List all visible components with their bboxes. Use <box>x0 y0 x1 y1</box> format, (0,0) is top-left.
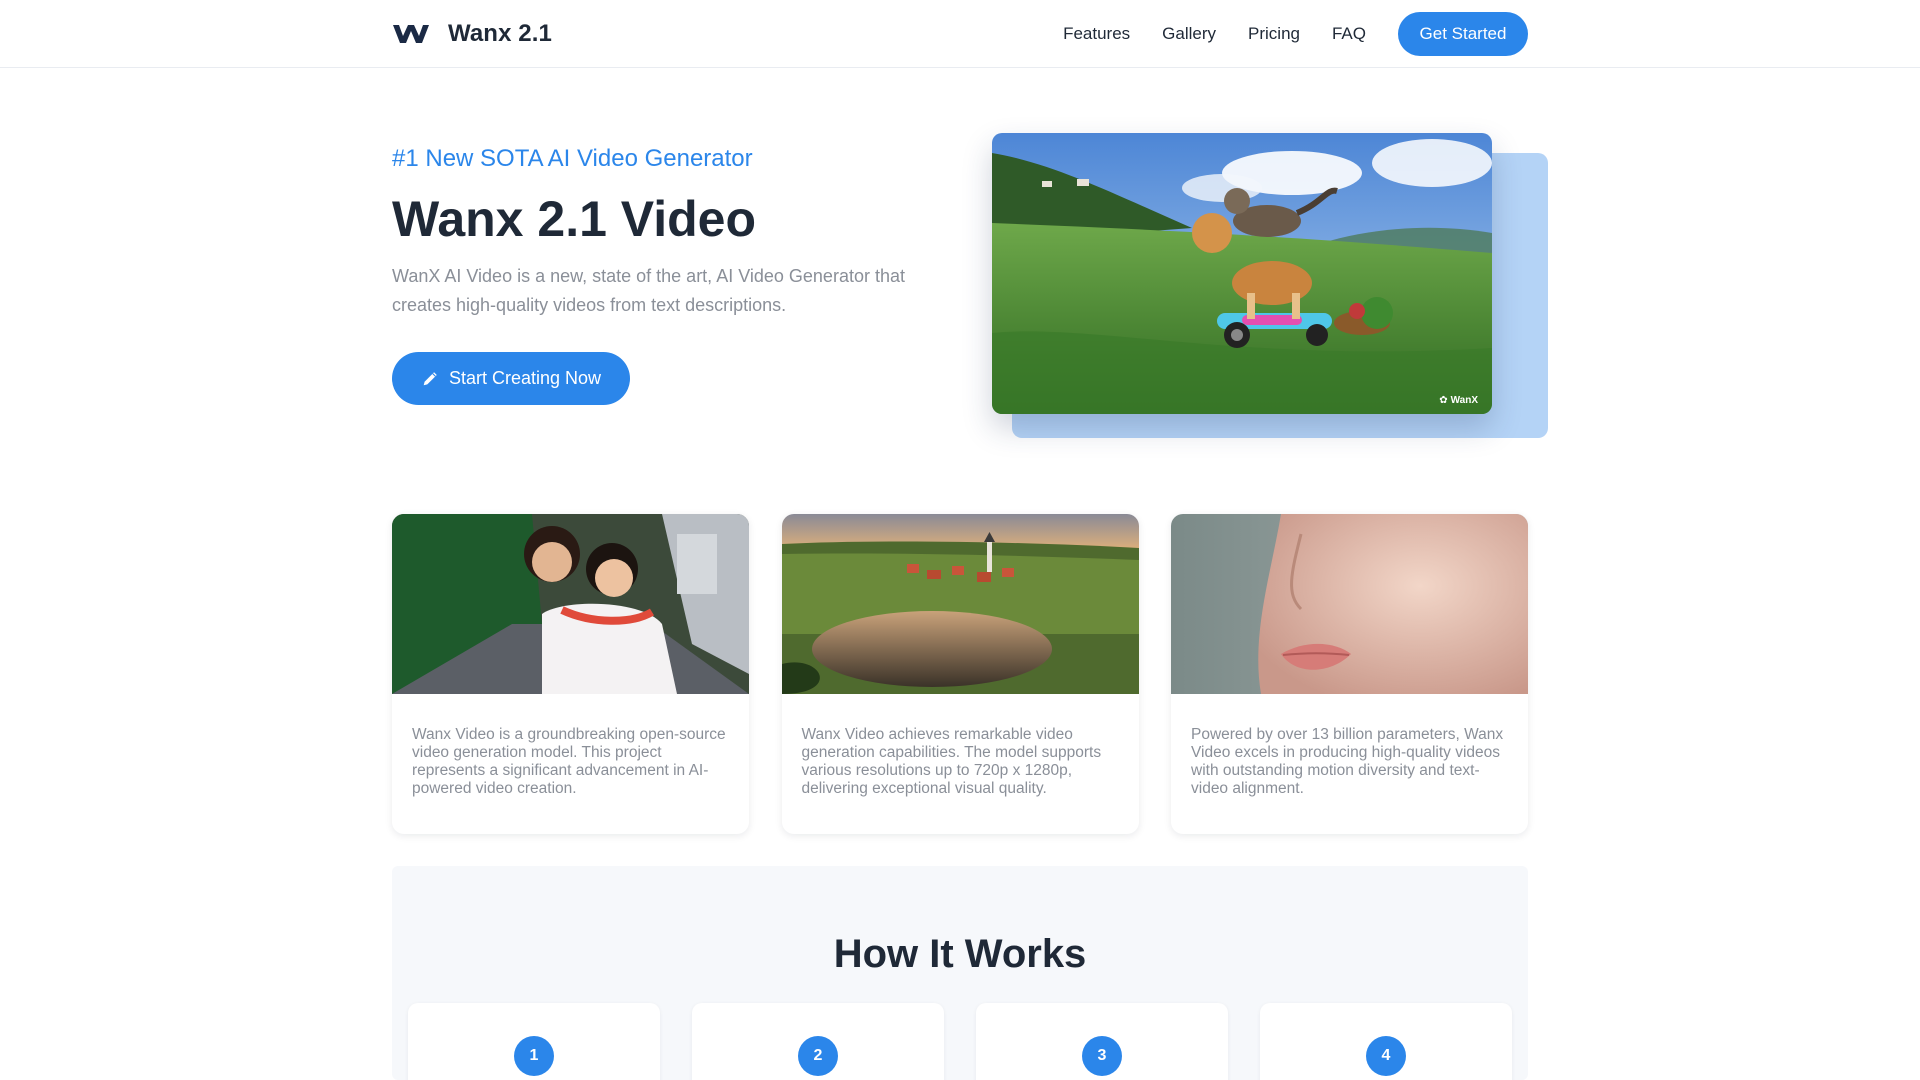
watermark-logo-icon: ✿ <box>1439 395 1448 406</box>
card-text: Wanx Video achieves remarkable video gen… <box>801 726 1102 797</box>
card-text: Wanx Video is a groundbreaking open-sour… <box>412 726 726 797</box>
step-card: 4 <box>1260 1003 1512 1080</box>
hero-eyebrow: #1 New SOTA AI Video Generator <box>392 145 753 172</box>
card-image-face-art <box>1171 514 1528 694</box>
feature-cards: Wanx Video is a groundbreaking open-sour… <box>392 514 1528 834</box>
card-image-scooter-art <box>392 514 749 694</box>
how-it-works-title: How It Works <box>833 932 1087 976</box>
navbar-inner: Wanx 2.1 Features Gallery Pricing FAQ Ge… <box>392 0 1528 68</box>
nav-links: Features Gallery Pricing FAQ Get Started <box>1063 12 1528 56</box>
get-started-button[interactable]: Get Started <box>1398 12 1528 56</box>
card-image-village-art <box>781 514 1139 694</box>
card-image-village <box>781 514 1139 694</box>
feature-card[interactable]: Wanx Video is a groundbreaking open-sour… <box>392 514 749 834</box>
nav-link-gallery[interactable]: Gallery <box>1162 24 1216 44</box>
hero-description: WanX AI Video is a new, state of the art… <box>392 266 905 315</box>
step-card: 1 <box>408 1003 660 1080</box>
card-image-face <box>1171 514 1528 694</box>
hero-video[interactable]: ✿ WanX <box>992 133 1492 414</box>
brand[interactable]: Wanx 2.1 <box>392 20 552 48</box>
step-card: 2 <box>692 1003 944 1080</box>
hero-video-frame <box>992 133 1492 414</box>
how-it-works-section: How It Works 1 2 3 4 <box>392 866 1528 1080</box>
nav-link-faq[interactable]: FAQ <box>1332 24 1366 44</box>
video-watermark: ✿ WanX <box>1439 395 1478 406</box>
feature-card[interactable]: Powered by over 13 billion parameters, W… <box>1171 514 1528 834</box>
step-number: 3 <box>1082 1036 1122 1076</box>
watermark-text: WanX <box>1450 395 1478 406</box>
card-text: Powered by over 13 billion parameters, W… <box>1191 726 1504 797</box>
start-creating-button[interactable]: Start Creating Now <box>392 352 630 405</box>
steps-row: 1 2 3 4 <box>408 1003 1512 1080</box>
wanx-logo-icon <box>393 25 429 43</box>
step-card: 3 <box>976 1003 1228 1080</box>
nav-link-pricing[interactable]: Pricing <box>1248 24 1300 44</box>
step-number: 4 <box>1366 1036 1406 1076</box>
card-image-scooter <box>392 514 749 694</box>
pencil-icon <box>423 371 437 385</box>
nav-link-features[interactable]: Features <box>1063 24 1130 44</box>
start-creating-label: Start Creating Now <box>448 368 602 388</box>
step-number: 2 <box>798 1036 838 1076</box>
hero-media: ✿ WanX <box>992 133 1548 438</box>
brand-name: Wanx 2.1 <box>448 20 552 47</box>
top-navbar: Wanx 2.1 Features Gallery Pricing FAQ Ge… <box>0 0 1920 68</box>
feature-card[interactable]: Wanx Video achieves remarkable video gen… <box>781 514 1139 834</box>
step-number: 1 <box>514 1036 554 1076</box>
hero-title: Wanx 2.1 Video <box>392 191 757 247</box>
